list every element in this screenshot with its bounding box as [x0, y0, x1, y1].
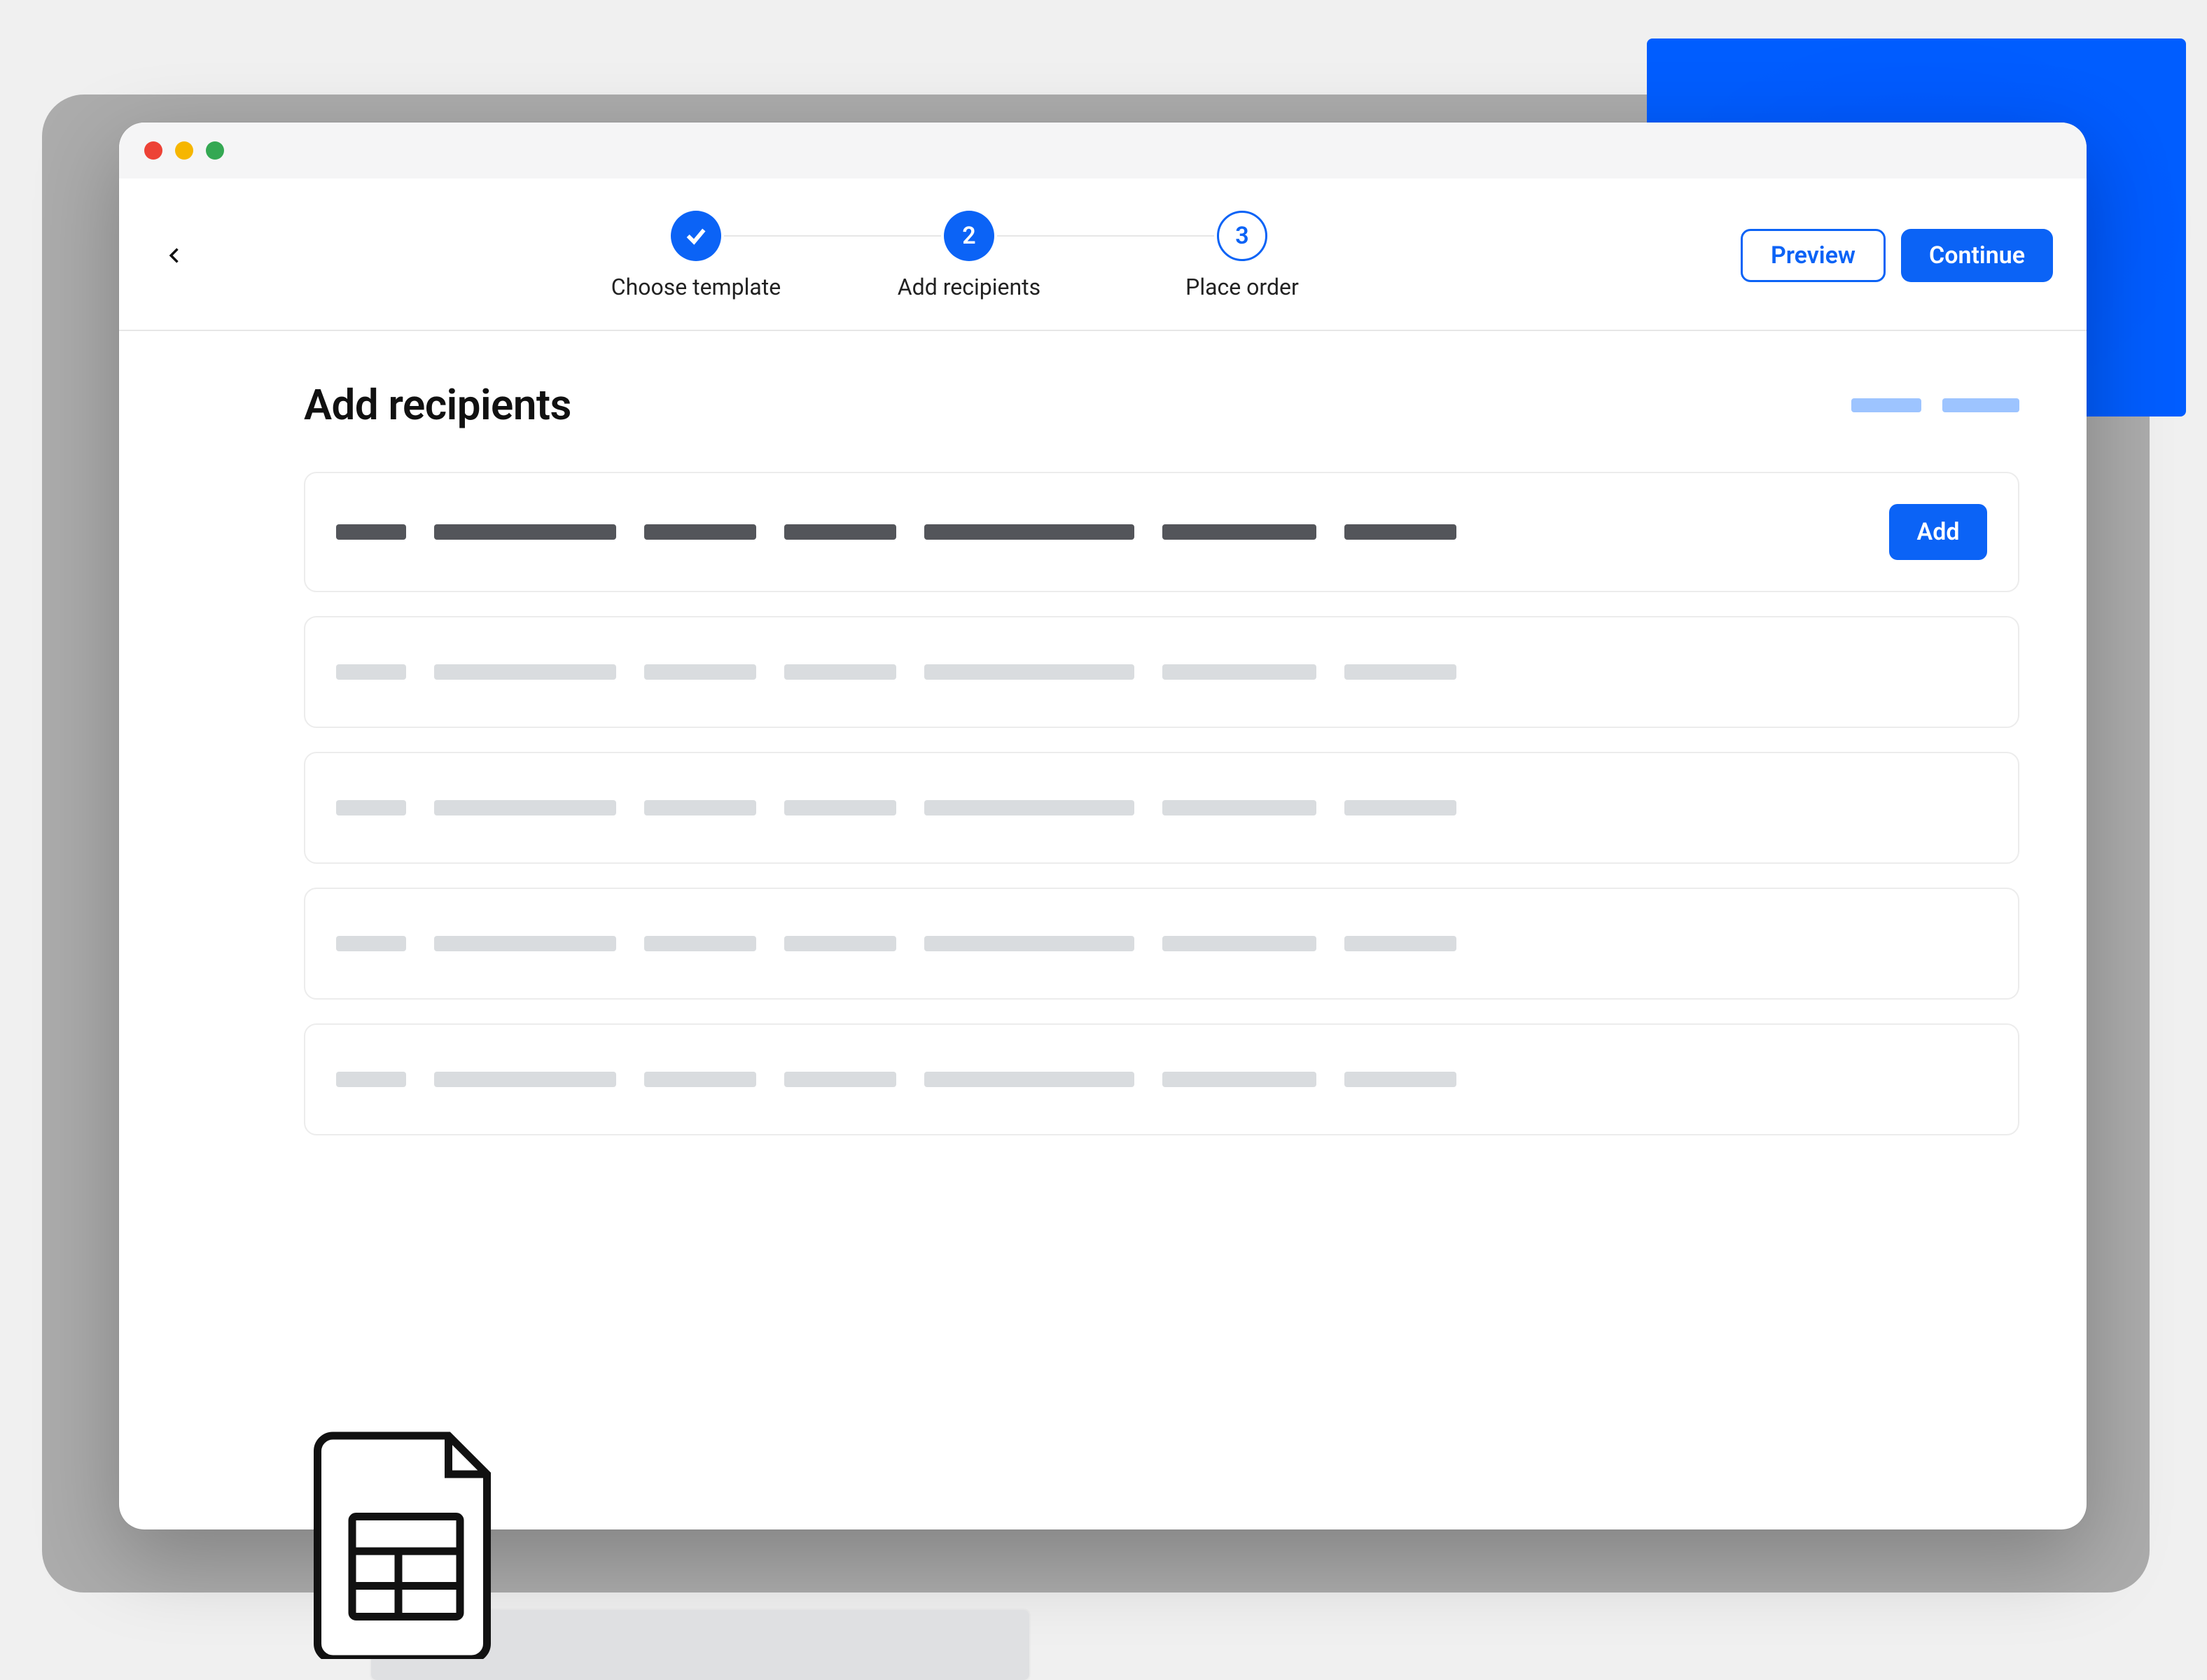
table-row[interactable] [304, 752, 2019, 864]
add-button[interactable]: Add [1889, 504, 1987, 560]
window-close-icon[interactable] [144, 141, 162, 160]
table-row[interactable] [304, 888, 2019, 1000]
step-place-order[interactable]: 3 Place order [1106, 211, 1379, 300]
table-row[interactable] [304, 1023, 2019, 1135]
window-zoom-icon[interactable] [206, 141, 224, 160]
step-2-label: Add recipients [898, 274, 1040, 300]
cell-placeholder [784, 1072, 896, 1087]
field-placeholder[interactable] [1344, 524, 1456, 540]
window-minimize-icon[interactable] [175, 141, 193, 160]
checkmark-icon [684, 224, 708, 248]
cell-placeholder [784, 664, 896, 680]
title-row: Add recipients [304, 380, 2019, 430]
cell-placeholder [924, 1072, 1134, 1087]
action-chip[interactable] [1942, 398, 2019, 412]
field-placeholder[interactable] [784, 524, 896, 540]
cell-placeholder [1162, 664, 1316, 680]
cell-placeholder [784, 800, 896, 816]
step-3-badge: 3 [1217, 211, 1267, 261]
cell-placeholder [336, 664, 406, 680]
cell-placeholder [1344, 936, 1456, 951]
page-title: Add recipients [304, 380, 571, 430]
cell-placeholder [336, 936, 406, 951]
table-row[interactable] [304, 616, 2019, 728]
back-button[interactable] [153, 233, 197, 278]
cell-placeholder [644, 936, 756, 951]
cell-placeholder [1344, 664, 1456, 680]
cell-placeholder [924, 664, 1134, 680]
cell-placeholder [434, 664, 616, 680]
cell-placeholder [336, 1072, 406, 1087]
cell-placeholder [434, 936, 616, 951]
field-placeholder[interactable] [1162, 524, 1316, 540]
content-area: Add recipients Add [119, 331, 2087, 1135]
input-fields[interactable] [336, 524, 1861, 540]
field-placeholder[interactable] [434, 524, 616, 540]
chevron-left-icon [165, 246, 185, 265]
cell-placeholder [924, 936, 1134, 951]
action-placeholders [1851, 398, 2019, 412]
cell-placeholder [434, 800, 616, 816]
cell-placeholder [336, 800, 406, 816]
step-choose-template[interactable]: Choose template [559, 211, 833, 300]
cell-placeholder [644, 664, 756, 680]
cell-placeholder [1344, 800, 1456, 816]
cell-placeholder [1344, 1072, 1456, 1087]
page-header: Choose template 2 Add recipients 3 Place… [119, 178, 2087, 331]
cell-placeholder [434, 1072, 616, 1087]
continue-button[interactable]: Continue [1901, 229, 2053, 282]
cell-placeholder [784, 936, 896, 951]
cell-placeholder [1162, 800, 1316, 816]
recipients-list: Add [304, 472, 2019, 1135]
stepper: Choose template 2 Add recipients 3 Place… [559, 211, 1379, 300]
cell-placeholder [1162, 936, 1316, 951]
action-chip[interactable] [1851, 398, 1921, 412]
cell-placeholder [924, 800, 1134, 816]
step-1-label: Choose template [611, 274, 781, 300]
field-placeholder[interactable] [336, 524, 406, 540]
window-titlebar [119, 122, 2087, 178]
step-3-label: Place order [1185, 274, 1299, 300]
spreadsheet-file-icon [308, 1428, 504, 1659]
field-placeholder[interactable] [644, 524, 756, 540]
field-placeholder[interactable] [924, 524, 1134, 540]
step-1-badge [671, 211, 721, 261]
cell-placeholder [644, 1072, 756, 1087]
cell-placeholder [644, 800, 756, 816]
preview-button[interactable]: Preview [1741, 229, 1886, 282]
step-add-recipients[interactable]: 2 Add recipients [833, 211, 1106, 300]
app-window: Choose template 2 Add recipients 3 Place… [119, 122, 2087, 1530]
header-actions: Preview Continue [1741, 229, 2053, 282]
step-2-badge: 2 [944, 211, 994, 261]
recipient-input-row: Add [304, 472, 2019, 592]
cell-placeholder [1162, 1072, 1316, 1087]
